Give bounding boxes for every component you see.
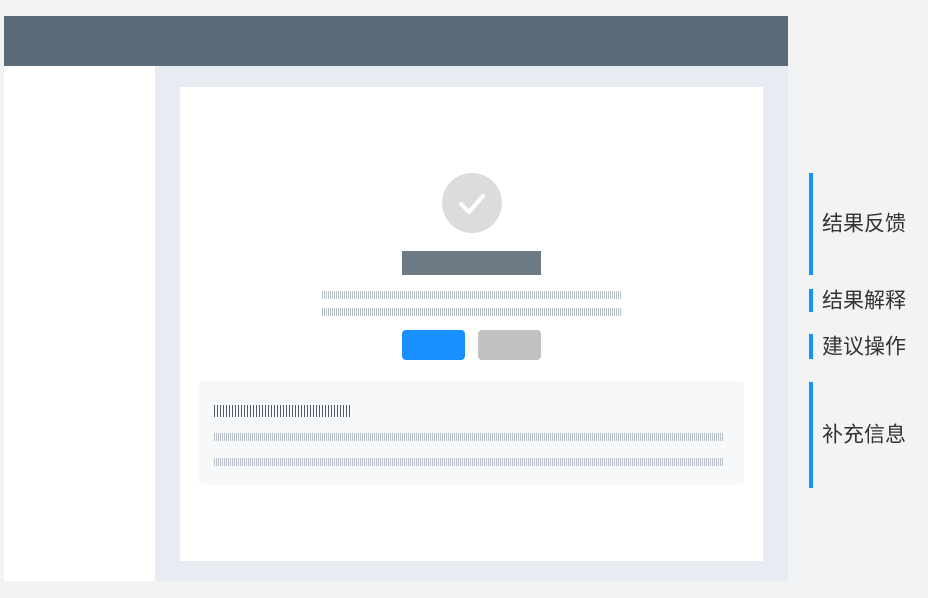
annotation-marker: [809, 382, 813, 488]
extra-info-text-line: [214, 433, 723, 441]
result-card: [180, 87, 763, 561]
side-navigation: [4, 66, 155, 581]
annotation-marker: [809, 173, 813, 275]
result-description-line: [322, 308, 621, 316]
extra-info-panel: [199, 381, 744, 485]
annotation-label: 结果解释: [822, 288, 906, 312]
result-title-placeholder: [402, 251, 541, 275]
annotation-label: 补充信息: [822, 422, 906, 447]
result-description-line: [322, 291, 621, 299]
annotation-marker: [809, 289, 813, 312]
content-area: [155, 66, 788, 581]
annotation-label: 建议操作: [822, 334, 906, 358]
check-mark-icon: [459, 194, 485, 214]
secondary-action-button[interactable]: [478, 330, 541, 360]
top-navigation-bar: [4, 16, 788, 66]
annotation-label: 结果反馈: [822, 211, 906, 236]
check-circle-icon: [442, 173, 502, 233]
extra-info-heading-placeholder: [214, 405, 352, 417]
primary-action-button[interactable]: [402, 330, 465, 360]
annotation-marker: [809, 334, 813, 359]
result-page-wireframe: [4, 16, 788, 581]
extra-info-text-line: [214, 458, 723, 466]
